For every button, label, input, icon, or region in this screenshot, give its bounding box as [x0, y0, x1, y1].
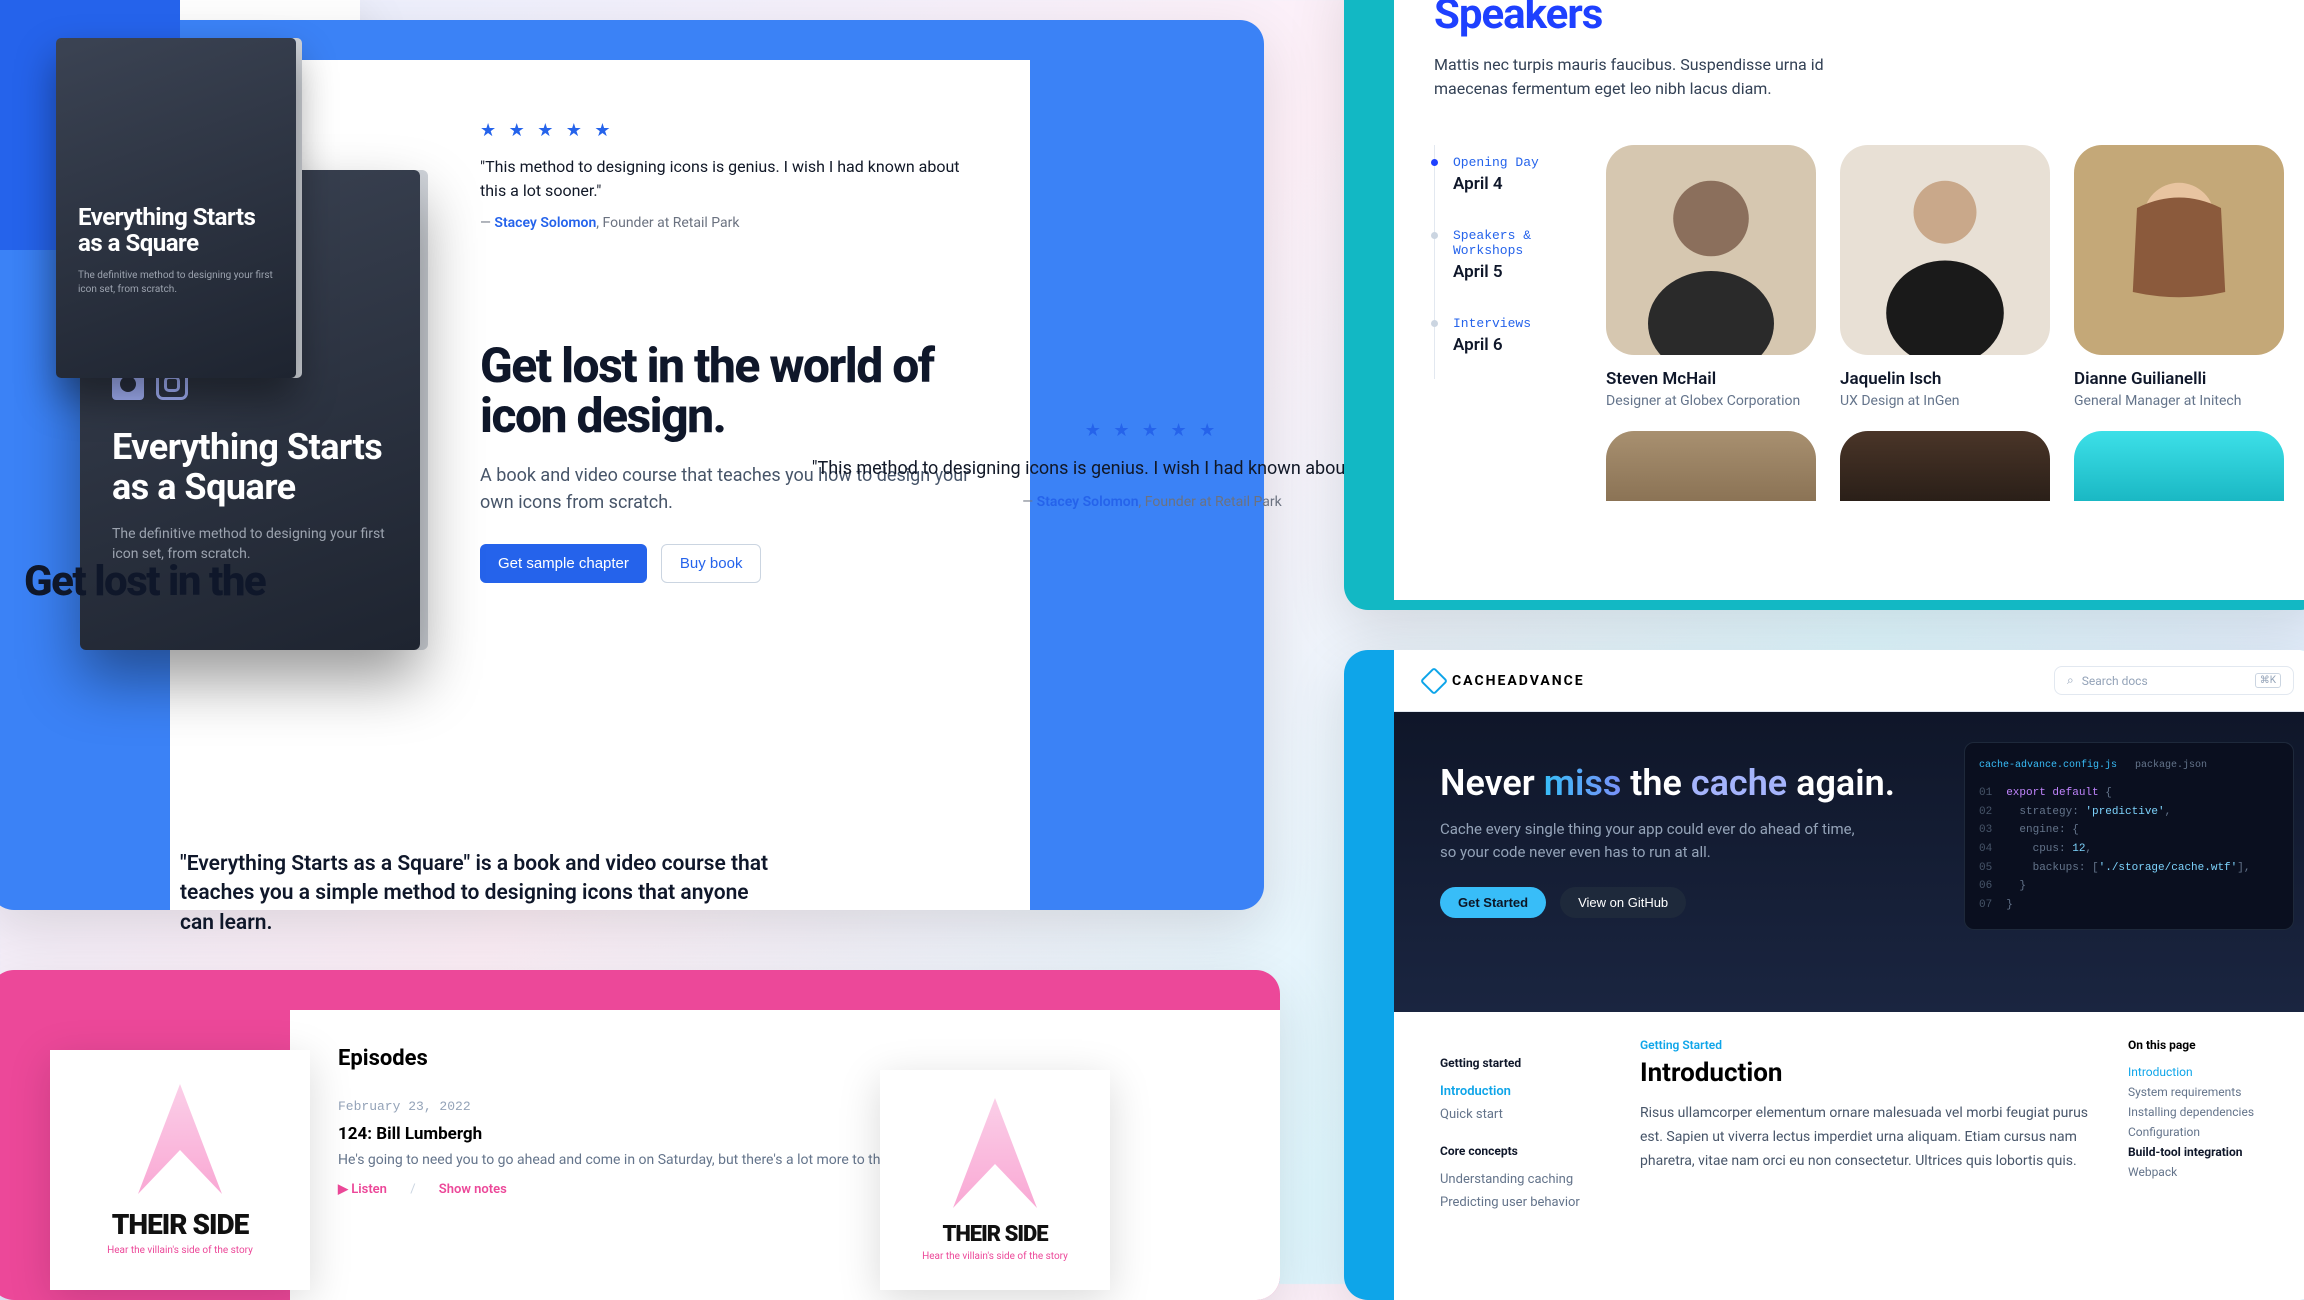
docs-sidebar: Getting started Introduction Quick start…	[1440, 1038, 1600, 1214]
podcast-brand: THEIR SIDE	[112, 1208, 248, 1241]
docs-site: CACHEADVANCE ⌕ Search docs ⌘K Never miss…	[1344, 650, 2304, 1300]
podcast-cover: THEIR SIDE Hear the villain's side of th…	[880, 1070, 1110, 1290]
avatar	[2074, 431, 2284, 501]
search-input[interactable]: ⌕ Search docs ⌘K	[2054, 666, 2294, 695]
logo-icon	[1420, 666, 1448, 694]
code-tab[interactable]: cache-advance.config.js	[1979, 757, 2117, 774]
toc-item[interactable]: Webpack	[2128, 1162, 2278, 1182]
hero-sub: Cache every single thing your app could …	[1440, 818, 1860, 863]
timeline-item[interactable]: Speakers & Workshops April 5	[1434, 218, 1556, 306]
toc-item[interactable]: Installing dependencies	[2128, 1102, 2278, 1122]
podcast-art-icon	[925, 1098, 1065, 1208]
testimonial-byline: — Stacey Solomon, Founder at Retail Park	[480, 215, 980, 231]
speakers-sub: Mattis nec turpis mauris faucibus. Suspe…	[1434, 53, 1854, 101]
speaker-card[interactable]: Jaquelin Isch UX Design at InGen	[1840, 145, 2050, 409]
avatar	[1840, 431, 2050, 501]
sidebar-item-introduction[interactable]: Introduction	[1440, 1080, 1600, 1103]
show-notes-link[interactable]: Show notes	[439, 1182, 507, 1197]
timeline-item[interactable]: Interviews April 6	[1434, 306, 1556, 379]
sidebar-item-caching[interactable]: Understanding caching	[1440, 1168, 1600, 1191]
book-title: Everything Starts as a Square	[78, 204, 274, 257]
sidebar-item-quickstart[interactable]: Quick start	[1440, 1103, 1600, 1126]
timeline-item[interactable]: Opening Day April 4	[1434, 145, 1556, 218]
content-paragraph: Risus ullamcorper elementum ornare males…	[1640, 1102, 2088, 1173]
toc-item[interactable]: System requirements	[2128, 1082, 2278, 1102]
book-description: "Everything Starts as a Square" is a boo…	[180, 850, 780, 938]
search-icon: ⌕	[2067, 673, 2074, 688]
docs-hero: Never miss the cache again. Cache every …	[1394, 712, 2304, 1012]
github-button[interactable]: View on GitHub	[1560, 887, 1686, 918]
author-role: , Founder at Retail Park	[596, 215, 739, 231]
star-rating: ★ ★ ★ ★ ★	[480, 120, 980, 141]
brand-logo[interactable]: CACHEADVANCE	[1424, 671, 1585, 691]
author-name: Stacey Solomon	[494, 215, 596, 231]
kbd-shortcut: ⌘K	[2255, 673, 2281, 688]
get-started-button[interactable]: Get Started	[1440, 887, 1546, 918]
square-outline-icon	[109, 164, 131, 186]
docs-header: CACHEADVANCE ⌕ Search docs ⌘K	[1394, 650, 2304, 712]
square-icon	[78, 164, 100, 186]
podcast-tagline: Hear the villain's side of the story	[107, 1245, 253, 1256]
speakers-title: Speakers	[1434, 0, 2284, 39]
code-sample: cache-advance.config.js package.json 01e…	[1964, 742, 2294, 930]
sidebar-item-predicting[interactable]: Predicting user behavior	[1440, 1191, 1600, 1214]
speaker-card[interactable]: Dianne Guilianelli General Manager at In…	[2074, 145, 2284, 409]
avatar	[1606, 431, 1816, 501]
book-subtitle: The definitive method to designing your …	[78, 269, 274, 297]
page-title: Introduction	[1640, 1058, 2088, 1088]
podcast-cover: THEIR SIDE Hear the villain's side of th…	[50, 1050, 310, 1290]
breadcrumb: Getting Started	[1640, 1038, 2088, 1052]
event-timeline: Opening Day April 4 Speakers & Workshops…	[1434, 145, 1556, 501]
avatar	[2074, 145, 2284, 355]
toc-item[interactable]: Configuration	[2128, 1122, 2278, 1142]
listen-button[interactable]: ▶ Listen	[338, 1182, 387, 1197]
table-of-contents: On this page Introduction System require…	[2128, 1038, 2278, 1214]
avatar	[1840, 145, 2050, 355]
avatar	[1606, 145, 1816, 355]
speakers-section: Speakers Mattis nec turpis mauris faucib…	[1344, 0, 2304, 610]
docs-content: Getting Started Introduction Risus ullam…	[1640, 1038, 2088, 1214]
book-cover-small: Everything Starts as a Square The defini…	[56, 38, 296, 378]
podcast-brand: THEIR SIDE	[942, 1222, 1047, 1247]
testimonial-quote: "This method to designing icons is geniu…	[480, 155, 980, 203]
code-tab[interactable]: package.json	[2135, 757, 2207, 774]
podcast-art-icon	[110, 1084, 250, 1194]
toc-item[interactable]: Introduction	[2128, 1062, 2278, 1082]
speaker-card[interactable]: Steven McHail Designer at Globex Corpora…	[1606, 145, 1816, 409]
episodes-heading: Episodes	[338, 1046, 1232, 1071]
toc-item[interactable]: Build-tool integration	[2128, 1142, 2278, 1162]
podcast-tagline: Hear the villain's side of the story	[922, 1251, 1068, 1262]
